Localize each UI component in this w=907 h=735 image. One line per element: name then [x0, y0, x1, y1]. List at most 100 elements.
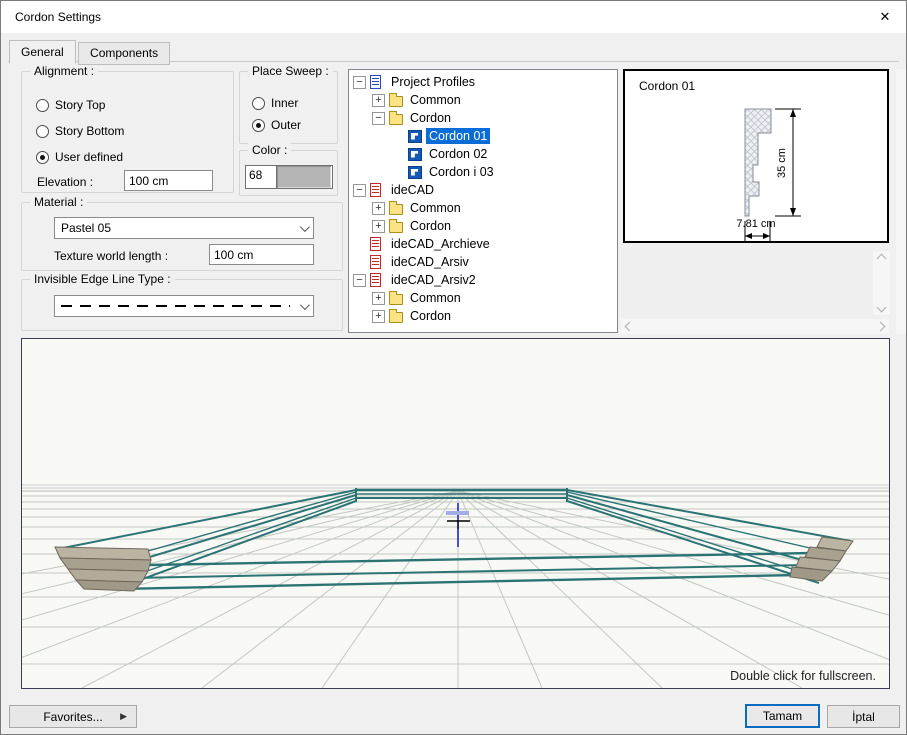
invisible-edge-legend: Invisible Edge Line Type : — [30, 272, 175, 286]
profile-icon — [408, 130, 422, 143]
molding-left — [55, 547, 151, 591]
height-dimension-label: 35 cm — [776, 148, 788, 178]
collapse-icon[interactable]: − — [353, 274, 366, 287]
tab-general[interactable]: General — [9, 40, 76, 64]
radio-user-defined[interactable]: User defined — [36, 150, 123, 164]
radio-circle — [36, 99, 49, 112]
tree-item-label: Cordon 02 — [426, 146, 490, 162]
tab-components[interactable]: Components — [78, 42, 170, 65]
radio-label: Outer — [271, 118, 301, 132]
folder-icon — [389, 114, 403, 125]
tree-item[interactable]: Cordon 01 — [349, 127, 617, 145]
preview-horizontal-scrollbar[interactable] — [621, 319, 889, 334]
preview-vertical-scrollbar[interactable] — [873, 251, 890, 315]
scroll-down-icon[interactable] — [877, 303, 887, 313]
scroll-left-icon[interactable] — [625, 322, 635, 332]
folder-icon — [389, 222, 403, 233]
3d-viewport[interactable]: Double click for fullscreen. — [21, 338, 890, 689]
scroll-up-icon[interactable] — [877, 254, 887, 264]
dashed-line-sample — [61, 305, 290, 307]
radio-outer[interactable]: Outer — [252, 118, 301, 132]
profile-tree[interactable]: −Project Profiles+Common−CordonCordon 01… — [348, 69, 618, 333]
scroll-right-icon[interactable] — [876, 322, 886, 332]
fullscreen-hint: Double click for fullscreen. — [730, 669, 876, 683]
title-bar: Cordon Settings ✕ — [1, 1, 906, 33]
profile-icon — [408, 148, 422, 161]
tree-item[interactable]: +Common — [349, 199, 617, 217]
color-group: Color : 68 — [239, 150, 338, 196]
close-icon[interactable]: ✕ — [876, 8, 894, 26]
tree-item-label: Cordon — [407, 110, 454, 126]
radio-inner[interactable]: Inner — [252, 96, 298, 110]
tree-item[interactable]: − Project Profiles — [349, 73, 617, 91]
invisible-edge-group: Invisible Edge Line Type : — [21, 279, 343, 331]
ok-button[interactable]: Tamam — [745, 704, 820, 728]
tree-item[interactable]: ideCAD_Arsiv — [349, 253, 617, 271]
radio-story-top[interactable]: Story Top — [36, 98, 105, 112]
favorites-label: Favorites... — [43, 710, 102, 724]
color-index-value[interactable]: 68 — [246, 166, 276, 188]
expander-slot — [391, 130, 404, 143]
invisible-edge-dropdown[interactable] — [54, 295, 314, 317]
folder-icon — [389, 96, 403, 107]
tab-strip: General Components — [9, 40, 169, 61]
elevation-label: Elevation : — [37, 175, 93, 189]
expand-icon[interactable]: + — [372, 292, 385, 305]
color-control[interactable]: 68 — [245, 165, 333, 189]
tree-item-label: Cordon i 03 — [426, 164, 497, 180]
collapse-icon[interactable]: − — [353, 184, 366, 197]
folder-icon — [389, 204, 403, 215]
expand-icon[interactable]: + — [372, 202, 385, 215]
expander-slot — [391, 148, 404, 161]
tree-item-label: ideCAD_Archieve — [388, 236, 493, 252]
cordon-settings-dialog: Cordon Settings ✕ General Components Ali… — [0, 0, 907, 735]
tree-item-label: ideCAD_Arsiv2 — [388, 272, 479, 288]
radio-label: Story Bottom — [55, 124, 124, 138]
elevation-input[interactable]: 100 cm — [124, 170, 213, 191]
tree-item[interactable]: − Cordon — [349, 109, 617, 127]
material-legend: Material : — [30, 195, 87, 209]
tree-item-label: Common — [407, 290, 464, 306]
molding-right — [790, 537, 853, 581]
profile-shape — [745, 109, 771, 216]
tree-item[interactable]: − ideCAD_Arsiv2 — [349, 271, 617, 289]
viewport-3d-render — [22, 339, 889, 688]
cancel-button[interactable]: İptal — [827, 705, 900, 728]
tree-item[interactable]: Cordon 02 — [349, 145, 617, 163]
chevron-down-icon — [300, 222, 310, 232]
doc-blue-icon — [370, 75, 381, 89]
tree-item[interactable]: +Common — [349, 91, 617, 109]
tree-item[interactable]: +Cordon — [349, 307, 617, 325]
expand-icon[interactable]: + — [372, 94, 385, 107]
radio-circle — [36, 125, 49, 138]
expand-icon[interactable]: + — [372, 310, 385, 323]
panel-scrollbar-track[interactable] — [896, 69, 907, 334]
material-selected-value: Pastel 05 — [61, 221, 111, 235]
tree-item[interactable]: −ideCAD — [349, 181, 617, 199]
expander-slot — [353, 238, 366, 251]
radio-label: Inner — [271, 96, 298, 110]
texture-length-input[interactable]: 100 cm — [209, 244, 314, 265]
tree-item[interactable]: Cordon i 03 — [349, 163, 617, 181]
profile-preview-panel: Cordon 01 35 cm 7.81 cm — [623, 69, 889, 243]
expand-icon[interactable]: + — [372, 220, 385, 233]
doc-red-icon — [370, 273, 381, 287]
chevron-down-icon — [300, 300, 310, 310]
tree-item[interactable]: +Cordon — [349, 217, 617, 235]
favorites-button[interactable]: Favorites... ▶ — [9, 705, 137, 728]
tree-item-label: Cordon 01 — [426, 128, 490, 144]
collapse-icon[interactable]: − — [353, 76, 366, 89]
tree-item[interactable]: ideCAD_Archieve — [349, 235, 617, 253]
tree-item-label: Project Profiles — [388, 74, 478, 90]
tree-item[interactable]: + Common — [349, 289, 617, 307]
material-group: Material : Pastel 05 Texture world lengt… — [21, 202, 343, 271]
collapse-icon[interactable]: − — [372, 112, 385, 125]
tree-item-label: ideCAD_Arsiv — [388, 254, 472, 270]
radio-circle — [252, 97, 265, 110]
color-swatch[interactable] — [276, 166, 331, 188]
radio-story-bottom[interactable]: Story Bottom — [36, 124, 124, 138]
folder-icon — [389, 294, 403, 305]
material-dropdown[interactable]: Pastel 05 — [54, 217, 314, 239]
radio-circle-selected — [252, 119, 265, 132]
doc-red-icon — [370, 183, 381, 197]
